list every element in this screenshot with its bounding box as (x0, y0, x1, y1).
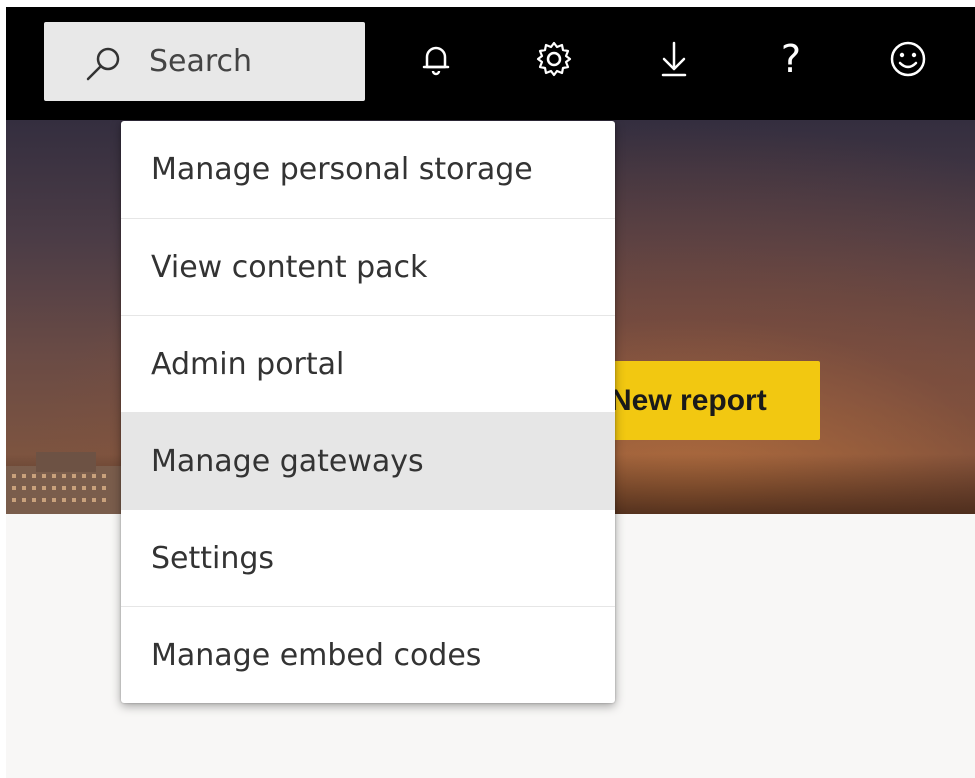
new-report-button[interactable]: New report (592, 361, 820, 440)
menu-item-manage-gateways[interactable]: Manage gateways (121, 412, 615, 509)
app-frame: Search ? New report Manage personal stor… (6, 7, 975, 778)
gear-icon[interactable] (532, 37, 576, 81)
download-icon[interactable] (652, 37, 696, 81)
menu-item-admin-portal[interactable]: Admin portal (121, 315, 615, 412)
smiley-icon[interactable] (886, 37, 930, 81)
search-icon (84, 44, 124, 84)
bell-icon[interactable] (414, 37, 458, 81)
building-silhouette (6, 452, 124, 514)
search-box[interactable]: Search (44, 22, 365, 101)
menu-item-view-content-pack[interactable]: View content pack (121, 218, 615, 315)
search-placeholder: Search (149, 44, 253, 79)
question-icon[interactable]: ? (769, 37, 813, 81)
top-bar: Search ? (6, 7, 975, 120)
menu-item-settings[interactable]: Settings (121, 509, 615, 606)
menu-item-manage-embed-codes[interactable]: Manage embed codes (121, 606, 615, 703)
menu-item-manage-personal-storage[interactable]: Manage personal storage (121, 121, 615, 218)
settings-dropdown-menu: Manage personal storage View content pac… (121, 121, 615, 703)
